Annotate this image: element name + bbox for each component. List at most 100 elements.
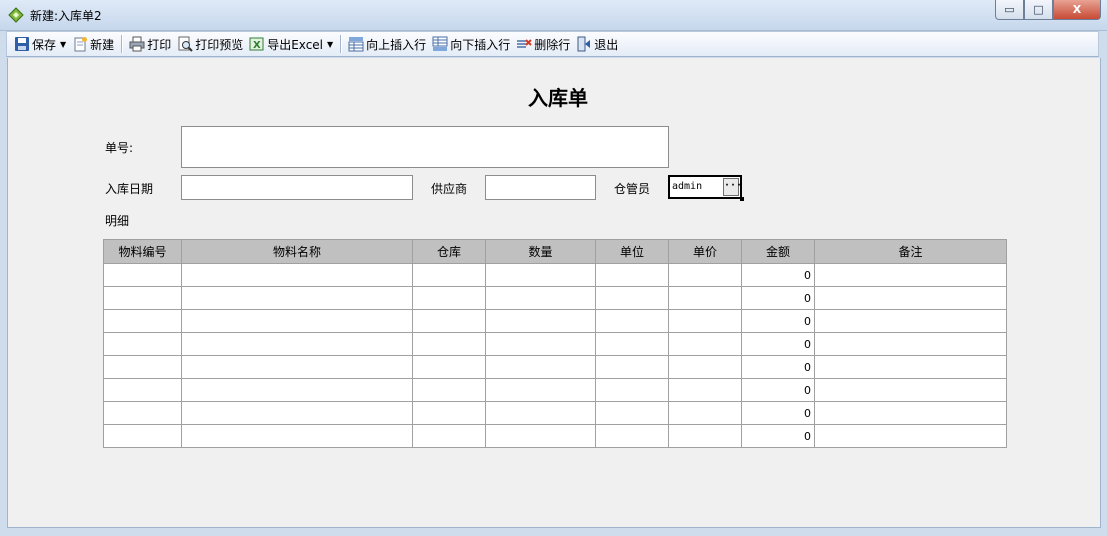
table-cell[interactable] <box>814 263 1007 287</box>
table-cell[interactable] <box>668 378 742 402</box>
print-button[interactable]: 打印 <box>126 33 174 55</box>
table-cell[interactable] <box>181 424 413 448</box>
keeper-picker[interactable]: admin ··· <box>668 175 744 201</box>
table-cell[interactable]: 0 <box>741 263 815 287</box>
table-cell[interactable] <box>103 401 182 425</box>
table-cell[interactable] <box>412 378 486 402</box>
table-cell[interactable] <box>595 309 669 333</box>
table-cell[interactable] <box>485 286 596 310</box>
table-cell[interactable] <box>103 355 182 379</box>
table-row[interactable]: 0 <box>103 286 1007 310</box>
insert-row-below-button[interactable]: 向下插入行 <box>429 33 513 55</box>
supplier-field[interactable] <box>485 175 596 200</box>
column-header[interactable]: 物料编号 <box>103 239 182 264</box>
table-cell[interactable] <box>103 332 182 356</box>
date-field[interactable] <box>181 175 413 200</box>
ellipsis-button[interactable]: ··· <box>723 178 742 196</box>
resize-handle[interactable] <box>740 197 744 201</box>
table-cell[interactable] <box>595 286 669 310</box>
column-header[interactable]: 仓库 <box>412 239 486 264</box>
table-cell[interactable] <box>181 355 413 379</box>
table-cell[interactable] <box>814 286 1007 310</box>
save-button[interactable]: 保存 ▼ <box>11 33 69 55</box>
order-no-field[interactable] <box>181 126 669 168</box>
export-excel-button[interactable]: X 导出Excel ▼ <box>246 33 336 55</box>
table-cell[interactable]: 0 <box>741 401 815 425</box>
table-row[interactable]: 0 <box>103 424 1007 448</box>
table-cell[interactable] <box>412 401 486 425</box>
table-cell[interactable] <box>814 355 1007 379</box>
new-button[interactable]: 新建 <box>69 33 117 55</box>
title-bar[interactable]: 新建:入库单2 ▭ □ X <box>0 0 1107 31</box>
table-cell[interactable]: 0 <box>741 424 815 448</box>
table-cell[interactable] <box>814 401 1007 425</box>
detail-grid[interactable]: 物料编号 物料名称 仓库 数量 单位 单价 金额 备注 00000000 <box>103 239 1007 448</box>
table-cell[interactable] <box>103 263 182 287</box>
table-cell[interactable] <box>668 424 742 448</box>
table-cell[interactable] <box>485 263 596 287</box>
table-cell[interactable] <box>814 424 1007 448</box>
table-cell[interactable] <box>103 309 182 333</box>
table-cell[interactable] <box>485 332 596 356</box>
table-cell[interactable] <box>485 424 596 448</box>
table-cell[interactable] <box>668 332 742 356</box>
table-row[interactable]: 0 <box>103 309 1007 333</box>
table-cell[interactable] <box>814 309 1007 333</box>
table-cell[interactable] <box>595 401 669 425</box>
table-cell[interactable] <box>103 378 182 402</box>
column-header[interactable]: 备注 <box>814 239 1007 264</box>
table-cell[interactable] <box>485 355 596 379</box>
table-cell[interactable] <box>595 263 669 287</box>
table-cell[interactable] <box>595 424 669 448</box>
table-cell[interactable] <box>668 355 742 379</box>
table-row[interactable]: 0 <box>103 332 1007 356</box>
table-cell[interactable] <box>181 309 413 333</box>
table-cell[interactable]: 0 <box>741 309 815 333</box>
table-cell[interactable]: 0 <box>741 332 815 356</box>
table-cell[interactable] <box>485 309 596 333</box>
table-cell[interactable] <box>181 263 413 287</box>
column-header[interactable]: 金额 <box>741 239 815 264</box>
table-cell[interactable] <box>668 263 742 287</box>
table-cell[interactable] <box>412 355 486 379</box>
table-cell[interactable] <box>595 355 669 379</box>
table-cell[interactable] <box>668 309 742 333</box>
column-header[interactable]: 物料名称 <box>181 239 413 264</box>
exit-button[interactable]: 退出 <box>573 33 621 55</box>
table-cell[interactable] <box>814 378 1007 402</box>
table-cell[interactable] <box>814 332 1007 356</box>
table-cell[interactable] <box>668 286 742 310</box>
table-cell[interactable] <box>412 263 486 287</box>
table-cell[interactable] <box>181 286 413 310</box>
table-cell[interactable] <box>412 332 486 356</box>
table-cell[interactable] <box>181 401 413 425</box>
table-cell[interactable] <box>485 401 596 425</box>
column-header[interactable]: 单位 <box>595 239 669 264</box>
table-cell[interactable] <box>595 332 669 356</box>
column-header[interactable]: 数量 <box>485 239 596 264</box>
table-cell[interactable] <box>412 286 486 310</box>
print-preview-button[interactable]: 打印预览 <box>174 33 246 55</box>
table-cell[interactable] <box>103 286 182 310</box>
delete-row-button[interactable]: 删除行 <box>513 33 573 55</box>
table-cell[interactable] <box>103 424 182 448</box>
table-cell[interactable] <box>412 309 486 333</box>
table-row[interactable]: 0 <box>103 378 1007 402</box>
chevron-down-icon[interactable]: ▼ <box>327 40 333 49</box>
table-cell[interactable] <box>668 401 742 425</box>
table-cell[interactable] <box>181 378 413 402</box>
table-row[interactable]: 0 <box>103 355 1007 379</box>
column-header[interactable]: 单价 <box>668 239 742 264</box>
table-cell[interactable]: 0 <box>741 286 815 310</box>
minimize-button[interactable]: ▭ <box>995 0 1024 20</box>
maximize-button[interactable]: □ <box>1024 0 1053 20</box>
table-cell[interactable] <box>595 378 669 402</box>
insert-row-above-button[interactable]: 向上插入行 <box>345 33 429 55</box>
table-row[interactable]: 0 <box>103 263 1007 287</box>
table-row[interactable]: 0 <box>103 401 1007 425</box>
chevron-down-icon[interactable]: ▼ <box>60 40 66 49</box>
table-cell[interactable]: 0 <box>741 378 815 402</box>
table-cell[interactable] <box>412 424 486 448</box>
table-cell[interactable] <box>485 378 596 402</box>
table-cell[interactable]: 0 <box>741 355 815 379</box>
